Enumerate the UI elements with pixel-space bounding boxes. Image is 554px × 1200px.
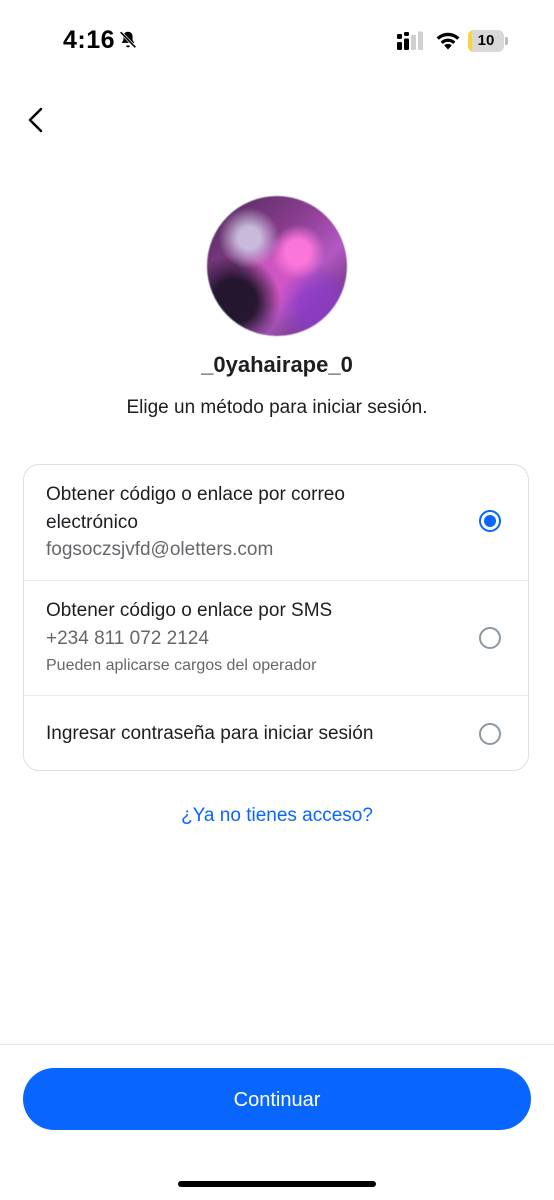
- bell-off-icon: [119, 31, 137, 49]
- username: _0yahairape_0: [201, 352, 353, 377]
- status-time: 4:16: [63, 26, 116, 54]
- option-password[interactable]: Ingresar contraseña para iniciar sesión: [24, 695, 528, 770]
- option-sms-note: Pueden aplicarse cargos del operador: [46, 657, 317, 674]
- chevron-left-icon: [28, 107, 43, 133]
- option-password-title: Ingresar contraseña para iniciar sesión: [46, 723, 374, 744]
- bottom-divider: [0, 1044, 554, 1045]
- wifi-icon: [436, 32, 460, 50]
- option-password-radio[interactable]: [479, 723, 501, 745]
- no-access-link[interactable]: ¿Ya no tienes acceso?: [0, 805, 554, 827]
- option-email[interactable]: Obtener código o enlace por correo elect…: [24, 465, 528, 580]
- avatar: [207, 196, 347, 336]
- option-sms-title: Obtener código o enlace por SMS: [46, 600, 333, 621]
- option-sms[interactable]: Obtener código o enlace por SMS +234 811…: [24, 580, 528, 696]
- battery-level-text: 10: [477, 32, 495, 49]
- battery-icon: 10: [468, 30, 508, 52]
- option-sms-radio[interactable]: [479, 627, 501, 649]
- continue-button[interactable]: Continuar: [23, 1068, 531, 1130]
- home-indicator: [178, 1181, 376, 1187]
- option-email-radio[interactable]: [479, 510, 501, 532]
- back-button[interactable]: [16, 100, 56, 140]
- option-sms-phone: +234 811 072 2124: [46, 628, 209, 649]
- login-options-card: Obtener código o enlace por correo elect…: [23, 464, 529, 771]
- login-method-prompt: Elige un método para iniciar sesión.: [126, 397, 428, 418]
- option-email-detail: fogsoczsjvfd@oletters.com: [46, 539, 274, 560]
- status-bar: 4:16 10: [0, 0, 554, 80]
- option-email-title: Obtener código o enlace por correo elect…: [46, 484, 345, 533]
- signal-icon: [397, 31, 423, 50]
